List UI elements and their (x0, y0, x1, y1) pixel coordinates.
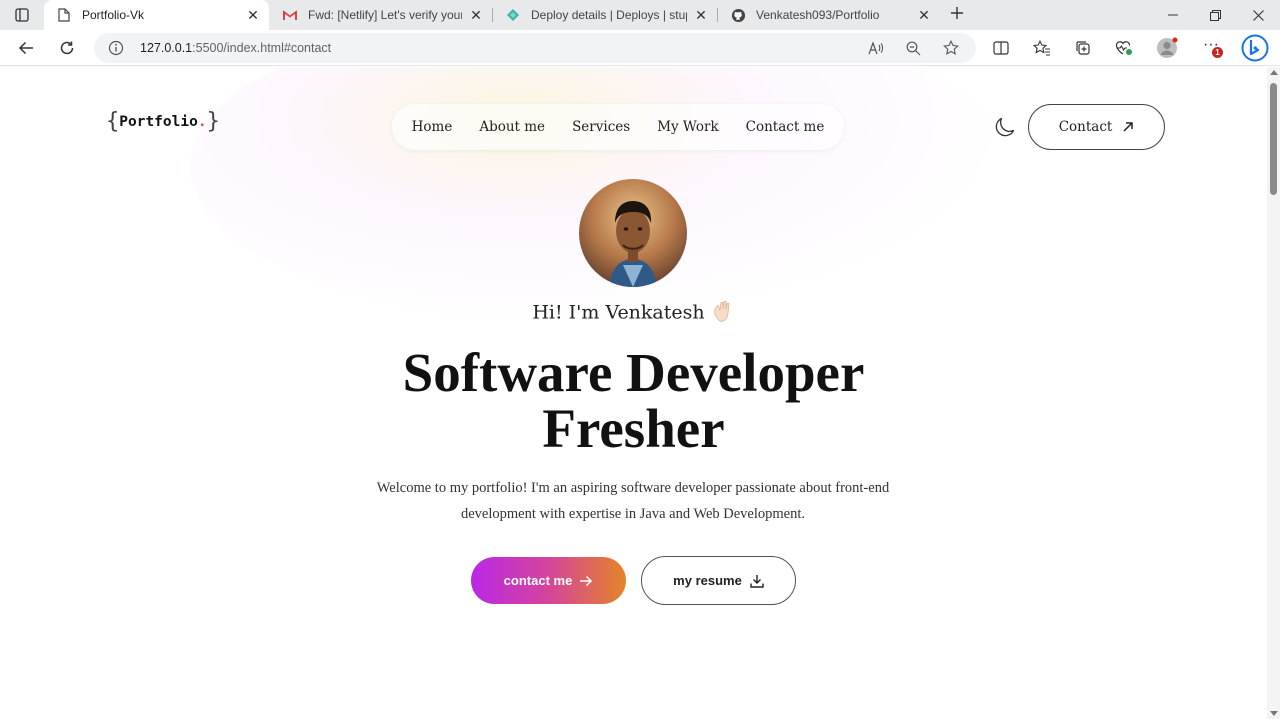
close-tab-icon[interactable]: ✕ (916, 7, 932, 23)
bing-copilot-icon (1241, 34, 1269, 62)
netlify-icon (505, 7, 521, 23)
split-screen-button[interactable] (988, 35, 1014, 61)
split-screen-icon (993, 41, 1009, 55)
headline: Software Developer Fresher (0, 345, 1267, 457)
zoom-icon[interactable] (903, 38, 923, 58)
close-icon (1252, 9, 1264, 21)
nav-about[interactable]: About me (479, 119, 545, 135)
new-tab-button[interactable] (946, 4, 968, 26)
tab-strip: Portfolio-Vk ✕ Fwd: [Netlify] Let's veri… (0, 0, 1280, 30)
tab-portfolio[interactable]: Portfolio-Vk ✕ (44, 0, 269, 30)
logo-brace-right-icon: } (206, 109, 220, 134)
greeting: Hi! I'm Venkatesh (0, 299, 1267, 328)
scroll-down-icon[interactable] (1270, 711, 1278, 716)
favorites-icon (1033, 40, 1050, 56)
download-icon (750, 574, 764, 588)
greeting-text: Hi! I'm Venkatesh (532, 301, 705, 324)
tab-title: Fwd: [Netlify] Let's verify your em (308, 8, 462, 22)
nav-services[interactable]: Services (572, 119, 630, 135)
scrollbar-thumb[interactable] (1270, 83, 1277, 195)
gmail-icon (282, 7, 298, 23)
tab-gmail[interactable]: Fwd: [Netlify] Let's verify your em ✕ (270, 0, 492, 30)
browser-essentials-button[interactable] (1111, 35, 1137, 61)
site-logo[interactable]: { Portfolio. } (106, 111, 220, 133)
restore-button[interactable] (1192, 0, 1238, 30)
tab-netlify[interactable]: Deploy details | Deploys | stupen ✕ (493, 0, 717, 30)
nav-home[interactable]: Home (412, 119, 453, 135)
tab-title: Deploy details | Deploys | stupen (531, 8, 687, 22)
close-tab-icon[interactable]: ✕ (693, 7, 709, 23)
url-text[interactable]: 127.0.0.1:5500/index.html#contact (140, 41, 331, 55)
header-contact-label: Contact (1058, 119, 1113, 135)
contact-me-label: contact me (503, 573, 573, 588)
avatar-icon (1157, 37, 1178, 58)
close-tab-icon[interactable]: ✕ (245, 7, 261, 23)
header-contact-button[interactable]: Contact (1028, 104, 1165, 150)
minimize-icon (1168, 14, 1178, 16)
contact-me-button[interactable]: contact me (471, 557, 626, 604)
minimize-button[interactable] (1150, 0, 1196, 30)
tab-actions-icon (15, 8, 29, 22)
back-button[interactable] (13, 35, 39, 61)
page-scrollbar[interactable] (1267, 67, 1280, 719)
close-window-button[interactable] (1235, 0, 1280, 30)
nav-my-work[interactable]: My Work (657, 119, 718, 135)
close-tab-icon[interactable]: ✕ (468, 7, 484, 23)
waving-hand-icon (711, 299, 735, 328)
logo-brace-left-icon: { (106, 109, 120, 134)
headline-line-2: Fresher (542, 398, 725, 459)
favorites-button[interactable] (1029, 35, 1055, 61)
profile-button[interactable] (1154, 35, 1180, 61)
document-icon (56, 7, 72, 23)
tab-title: Venkatesh093/Portfolio (756, 8, 880, 22)
arrow-up-right-icon (1123, 122, 1134, 132)
logo-dot: . (197, 114, 207, 130)
notification-badge: 1 (1212, 47, 1223, 58)
browser-toolbar: 127.0.0.1:5500/index.html#contact ··· 1 (0, 30, 1280, 66)
address-bar[interactable]: 127.0.0.1:5500/index.html#contact (94, 33, 976, 63)
profile-photo (579, 179, 687, 287)
url-host: 127.0.0.1 (140, 41, 193, 55)
headline-line-1: Software Developer (402, 342, 865, 403)
collections-button[interactable] (1070, 35, 1096, 61)
scroll-up-icon[interactable] (1270, 70, 1278, 75)
nav-contact[interactable]: Contact me (746, 119, 825, 135)
site-info-icon[interactable] (108, 40, 124, 61)
logo-text: Portfolio (119, 114, 198, 130)
page-viewport: { Portfolio. } Home About me Services My… (0, 67, 1267, 719)
intro-paragraph: Welcome to my portfolio! I'm an aspiring… (376, 480, 890, 522)
resume-label: my resume (673, 573, 742, 588)
url-path: :5500/index.html#contact (192, 41, 332, 55)
resume-button[interactable]: my resume (641, 556, 796, 605)
tab-github[interactable]: Venkatesh093/Portfolio ✕ (718, 0, 940, 30)
tab-actions-button[interactable] (8, 4, 36, 26)
dark-mode-toggle[interactable] (993, 115, 1017, 139)
tab-title: Portfolio-Vk (82, 8, 145, 22)
restore-icon (1209, 9, 1221, 21)
settings-more-button[interactable]: ··· 1 (1198, 35, 1224, 61)
favorite-star-icon[interactable] (941, 38, 961, 58)
reload-icon (60, 41, 74, 55)
arrow-right-icon (580, 575, 593, 586)
collections-icon (1076, 41, 1090, 55)
read-aloud-icon[interactable] (866, 38, 886, 58)
main-nav: Home About me Services My Work Contact m… (392, 104, 844, 150)
plus-icon (951, 7, 963, 19)
github-icon (730, 7, 746, 23)
reload-button[interactable] (54, 35, 80, 61)
heart-pulse-icon (1115, 41, 1132, 55)
back-arrow-icon (18, 41, 33, 55)
moon-icon (995, 117, 1015, 137)
copilot-button[interactable] (1240, 33, 1270, 63)
